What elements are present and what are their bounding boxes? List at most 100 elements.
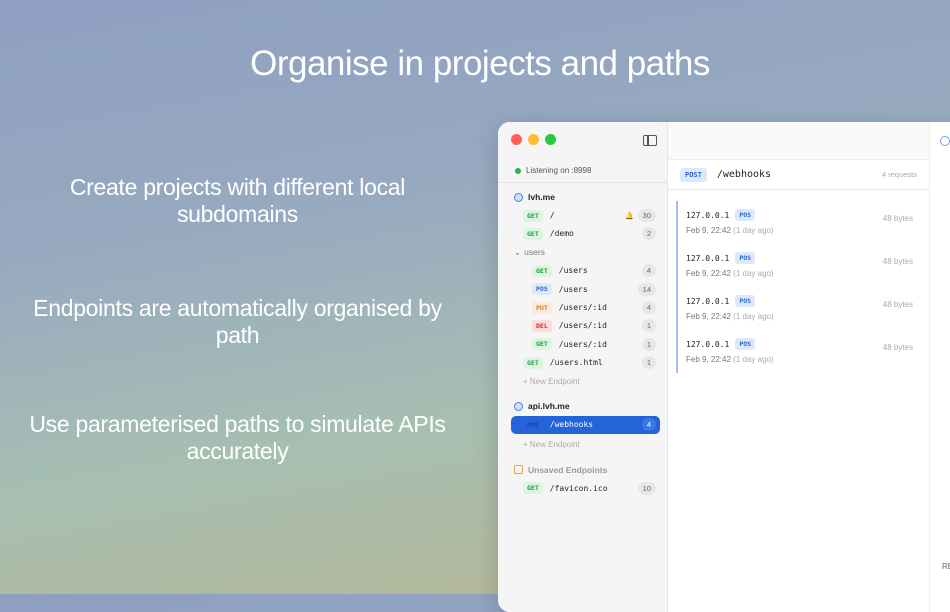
endpoint-item[interactable]: GET/users 4: [498, 262, 668, 280]
new-endpoint-label: + New Endpoint: [523, 440, 580, 449]
request-ip: 127.0.0.1: [686, 211, 729, 220]
method-badge: DEL: [532, 320, 552, 332]
request-date: Feb 9, 22:42: [686, 269, 731, 278]
method-badge: GET: [523, 482, 543, 494]
request-ip: 127.0.0.1: [686, 340, 729, 349]
endpoint-path: /users/:id: [559, 321, 607, 330]
count-badge: 1: [642, 356, 656, 369]
method-badge: GET: [532, 265, 552, 277]
endpoint-path: /users.html: [550, 358, 603, 367]
toolbar: [668, 122, 929, 160]
headline: Organise in projects and paths: [0, 44, 950, 84]
close-button[interactable]: [511, 134, 522, 145]
new-endpoint-button[interactable]: + New Endpoint: [498, 435, 668, 453]
count-badge: 1: [642, 338, 656, 351]
method-badge: GET: [532, 338, 552, 350]
request-item[interactable]: 127.0.0.1 POS Feb 9, 22:42 (1 day ago) 48 b…: [676, 244, 929, 287]
group-users[interactable]: ⌄users: [498, 243, 668, 261]
endpoint-item[interactable]: PUT/users/:id 4: [498, 298, 668, 316]
bell-icon: 🔔: [625, 212, 634, 220]
method-badge: POST: [680, 168, 707, 182]
count-badge: 30: [638, 209, 656, 222]
count-badge: 2: [642, 227, 656, 240]
request-size: 48 bytes: [883, 214, 913, 223]
method-badge: POS: [523, 419, 543, 431]
endpoint-item[interactable]: GET / 🔔 30: [498, 206, 668, 224]
request-item[interactable]: 127.0.0.1 POS Feb 9, 22:42 (1 day ago) 48 b…: [676, 330, 929, 373]
new-endpoint-button[interactable]: + New Endpoint: [498, 372, 668, 390]
app-window: Listening on :8998 lvh.me GET / 🔔 30 GET/demo…: [498, 122, 950, 612]
request-item[interactable]: 127.0.0.1 POS Feb 9, 22:42 (1 day ago) 48 b…: [676, 287, 929, 330]
request-size: 48 bytes: [883, 257, 913, 266]
endpoint-item[interactable]: GET/users.html 1: [498, 354, 668, 372]
method-badge: POS: [735, 209, 755, 221]
globe-icon: [514, 193, 523, 202]
count-badge: 14: [638, 283, 656, 296]
endpoint-path: /: [550, 211, 555, 220]
globe-icon: [514, 402, 523, 411]
request-date: Feb 9, 22:42: [686, 312, 731, 321]
endpoint-path: /webhooks: [717, 169, 771, 180]
globe-icon[interactable]: [940, 136, 950, 146]
count-badge: 4: [642, 301, 656, 314]
endpoint-item[interactable]: GET/demo 2: [498, 225, 668, 243]
listening-status: Listening on :8998: [515, 166, 591, 175]
method-badge: GET: [523, 228, 543, 240]
endpoint-path: /favicon.ico: [550, 484, 608, 493]
method-badge: POS: [735, 252, 755, 264]
project-name: lvh.me: [528, 192, 555, 202]
request-ip: 127.0.0.1: [686, 254, 729, 263]
endpoint-path: /demo: [550, 229, 574, 238]
endpoint-path: /users: [559, 285, 588, 294]
request-age: (1 day ago): [733, 269, 773, 278]
request-size: 48 bytes: [883, 343, 913, 352]
request-age: (1 day ago): [733, 355, 773, 364]
request-ip: 127.0.0.1: [686, 297, 729, 306]
project-api-lvh-me[interactable]: api.lvh.me: [498, 397, 668, 415]
unsaved-label: Unsaved Endpoints: [528, 465, 607, 475]
feature-2: Endpoints are automatically organised by…: [20, 295, 455, 349]
method-badge: GET: [523, 210, 543, 222]
request-age: (1 day ago): [733, 312, 773, 321]
request-size: 48 bytes: [883, 300, 913, 309]
count-badge: 4: [642, 264, 656, 277]
project-name: api.lvh.me: [528, 401, 570, 411]
endpoint-item[interactable]: GET/favicon.ico10: [498, 479, 668, 497]
method-badge: POS: [735, 338, 755, 350]
method-badge: PUT: [532, 302, 552, 314]
endpoint-path: /users/:id: [559, 303, 607, 312]
endpoint-item[interactable]: POS/users 14: [498, 280, 668, 298]
detail-label: RE: [942, 562, 950, 571]
new-endpoint-label: + New Endpoint: [523, 377, 580, 386]
endpoint-item[interactable]: POS/webhooks4: [511, 416, 660, 434]
request-date: Feb 9, 22:42: [686, 226, 731, 235]
feature-1: Create projects with different local sub…: [20, 174, 455, 228]
method-badge: GET: [523, 357, 543, 369]
request-age: (1 day ago): [733, 226, 773, 235]
minimize-button[interactable]: [528, 134, 539, 145]
method-badge: POS: [532, 283, 552, 295]
endpoint-item[interactable]: GET/users/:id 1: [498, 335, 668, 353]
sidebar-toggle-icon[interactable]: [643, 135, 657, 146]
request-item[interactable]: 127.0.0.1 POS Feb 9, 22:42 (1 day ago) 48 b…: [676, 201, 929, 244]
feature-3: Use parameterised paths to simulate APIs…: [20, 411, 455, 465]
status-text: Listening on :8998: [526, 166, 591, 175]
zoom-button[interactable]: [545, 134, 556, 145]
detail-pane: RE: [930, 122, 950, 612]
status-dot-icon: [515, 168, 521, 174]
unsaved-endpoints-header: Unsaved Endpoints: [498, 460, 668, 478]
count-badge: 1: [642, 319, 656, 332]
request-count: 4 requests: [882, 170, 917, 179]
chevron-down-icon: ⌄: [514, 247, 521, 258]
group-name: users: [524, 247, 545, 257]
endpoint-item[interactable]: DEL/users/:id 1: [498, 317, 668, 335]
method-badge: POS: [735, 295, 755, 307]
endpoint-path: /users: [559, 266, 588, 275]
project-lvh-me[interactable]: lvh.me: [498, 188, 668, 206]
endpoint-path: /webhooks: [550, 420, 593, 429]
request-list-pane: POST /webhooks 4 requests 127.0.0.1 POS Fe…: [668, 122, 930, 612]
request-date: Feb 9, 22:42: [686, 355, 731, 364]
endpoint-header: POST /webhooks 4 requests: [668, 160, 929, 190]
sidebar: Listening on :8998 lvh.me GET / 🔔 30 GET/demo…: [498, 122, 668, 612]
endpoint-path: /users/:id: [559, 340, 607, 349]
